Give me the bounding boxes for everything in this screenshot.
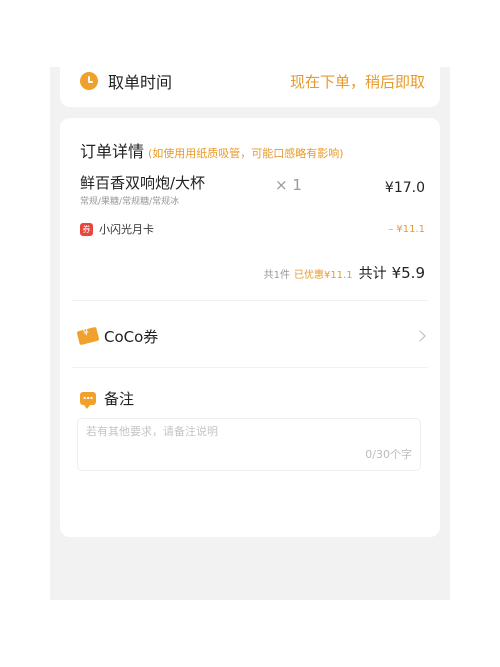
remark-char-counter: 0/30个字 xyxy=(365,448,412,461)
total-saving: 已优惠¥11.1 xyxy=(293,270,353,281)
pickup-time-row[interactable]: 取单时间 现在下单，稍后即取 xyxy=(80,68,425,94)
remark-header: 备注 xyxy=(80,388,134,409)
product-item: 鲜百香双响炮/大杯 常规/果糖/常规糖/常规冰 × 1 ¥17.0 xyxy=(80,172,425,207)
voucher-row[interactable]: CoCo券 xyxy=(76,323,428,349)
coupon-name: 小闪光月卡 xyxy=(99,223,154,236)
order-total-row: 共1件 已优惠¥11.1 共计 ¥5.9 xyxy=(264,263,425,283)
coupon-tag-icon: 券 xyxy=(80,222,93,236)
pickup-time-label: 取单时间 xyxy=(108,73,173,92)
remark-input[interactable] xyxy=(86,425,386,438)
chevron-right-icon xyxy=(414,330,426,342)
divider xyxy=(72,367,428,368)
order-header: 订单详情 (如使用用纸质吸管，可能口感略有影响) xyxy=(80,138,344,162)
clock-icon xyxy=(80,72,98,90)
coupon-discount: – ¥11.1 xyxy=(388,223,425,235)
order-confirm-screen: 取单时间 现在下单，稍后即取 订单详情 (如使用用纸质吸管，可能口感略有影响) … xyxy=(50,67,450,600)
product-name: 鲜百香双响炮/大杯 xyxy=(80,174,206,192)
order-title: 订单详情 xyxy=(80,142,145,161)
remark-field[interactable]: 0/30个字 xyxy=(77,418,421,471)
pickup-time-value[interactable]: 现在下单，稍后即取 xyxy=(290,71,425,92)
product-quantity: × 1 xyxy=(275,176,302,194)
order-straw-note: (如使用用纸质吸管，可能口感略有影响) xyxy=(148,147,344,160)
total-amount: ¥5.9 xyxy=(391,264,425,282)
remark-label: 备注 xyxy=(104,390,135,408)
voucher-ticket-icon xyxy=(76,326,100,346)
order-detail-card: 订单详情 (如使用用纸质吸管，可能口感略有影响) 鲜百香双响炮/大杯 常规/果糖… xyxy=(60,118,440,537)
applied-coupon-row: 券 小闪光月卡 – ¥11.1 xyxy=(80,220,425,238)
divider xyxy=(72,300,428,301)
chat-bubble-icon xyxy=(80,392,96,409)
pickup-time-card[interactable]: 取单时间 现在下单，稍后即取 xyxy=(60,67,440,107)
product-spec: 常规/果糖/常规糖/常规冰 xyxy=(80,197,180,207)
voucher-label: CoCo券 xyxy=(104,327,159,346)
product-price: ¥17.0 xyxy=(384,180,425,196)
item-count: 共1件 xyxy=(263,270,290,281)
total-label: 共计 xyxy=(358,266,387,282)
